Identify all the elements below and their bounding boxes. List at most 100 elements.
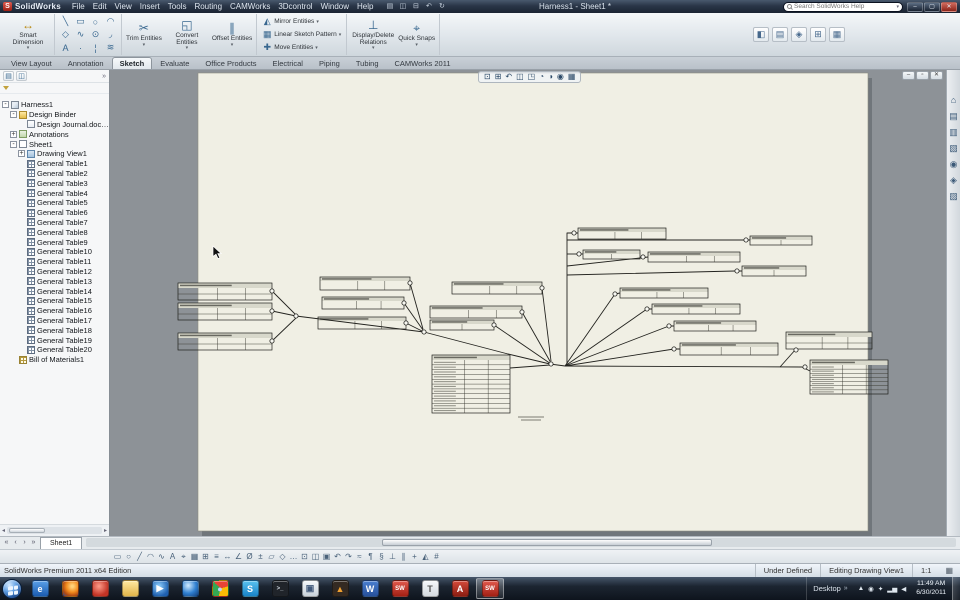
zoom-area-icon[interactable]: ⊞: [495, 72, 502, 82]
taskbar-firefox[interactable]: [56, 578, 84, 599]
section-view-icon[interactable]: ◫: [516, 72, 524, 82]
ellipse-tool-icon[interactable]: ⊙: [88, 28, 103, 41]
drawing-toolbar-icon[interactable]: ↷: [343, 550, 354, 563]
tree-item-design-binder[interactable]: - Design Binder: [0, 110, 109, 120]
tree-item-annotations[interactable]: + Annotations: [0, 129, 109, 139]
close-button[interactable]: ✕: [941, 1, 957, 12]
filter-icon[interactable]: [3, 86, 9, 90]
drawing-sheet[interactable]: [197, 72, 869, 532]
drawing-toolbar-icon[interactable]: ↔: [222, 550, 233, 563]
scenes-icon[interactable]: ◈: [950, 176, 957, 185]
taskbar-launcher[interactable]: [86, 578, 114, 599]
tree-item-general-table18[interactable]: General Table18: [0, 325, 109, 335]
help-search-input[interactable]: [794, 3, 897, 10]
tray-icon[interactable]: ◀: [901, 585, 906, 593]
tray-icon[interactable]: ✦: [878, 585, 883, 593]
tab-office-products[interactable]: Office Products: [197, 57, 264, 69]
menu-3dcontrol[interactable]: 3Dcontrol: [274, 0, 316, 13]
drawing-toolbar-icon[interactable]: +: [409, 550, 420, 563]
sheet-nav-next-icon[interactable]: ›: [20, 537, 29, 549]
drawing-toolbar-icon[interactable]: ◭: [420, 550, 431, 563]
tree-item-general-table14[interactable]: General Table14: [0, 286, 109, 296]
featuremanager-tab-icon[interactable]: ▤: [3, 71, 14, 81]
doc-minimize-button[interactable]: –: [902, 71, 915, 80]
drawing-toolbar-icon[interactable]: ◫: [310, 550, 321, 563]
polygon-tool-icon[interactable]: ◇: [58, 28, 73, 41]
tree-item-general-table16[interactable]: General Table16: [0, 306, 109, 316]
graphics-area[interactable]: ⊡ ⊞ ↶ ◫ ◳ ◔ ◑ ◉ ▦ – ▫ ✕: [110, 70, 946, 536]
menu-file[interactable]: File: [68, 0, 89, 13]
design-library-icon[interactable]: ▤: [949, 112, 958, 121]
drawing-toolbar-icon[interactable]: ⊥: [387, 550, 398, 563]
expand-box[interactable]: +: [18, 150, 25, 158]
tree-item-harness1[interactable]: - Harness1: [0, 100, 109, 110]
taskbar-explorer[interactable]: [116, 578, 144, 599]
drawing-toolbar-icon[interactable]: ⊡: [299, 550, 310, 563]
previous-view-icon[interactable]: ↶: [505, 72, 512, 82]
hide-show-icon[interactable]: ◑: [548, 72, 553, 82]
display-delete-relations-button[interactable]: ⊥ Display/Delete Relations ▾: [350, 17, 396, 52]
display-style-icon[interactable]: ◔: [539, 72, 544, 82]
taskbar-chrome[interactable]: ●: [206, 578, 234, 599]
collapse-box[interactable]: -: [10, 111, 17, 119]
drawing-toolbar-icon[interactable]: ╱: [134, 550, 145, 563]
open-icon[interactable]: ▤: [384, 1, 395, 12]
smart-dimension-button[interactable]: ↔ Smart Dimension ▾: [5, 17, 51, 52]
expand-box[interactable]: +: [10, 130, 17, 138]
tab-camworks-2011[interactable]: CAMWorks 2011: [387, 57, 459, 69]
offset-entities-button[interactable]: ∥ Offset Entities ▾: [211, 20, 253, 48]
appearance-icon[interactable]: ◉: [557, 72, 564, 82]
view-orientation-icon[interactable]: ◳: [528, 72, 536, 82]
convert-entities-button[interactable]: ◱ Convert Entities ▾: [164, 17, 210, 52]
drawing-toolbar-icon[interactable]: §: [376, 550, 387, 563]
taskbar-vlc[interactable]: ▲: [326, 578, 354, 599]
tree-item-design-journal-doc-em[interactable]: Design Journal.doc <Em: [0, 120, 109, 130]
tree-item-general-table6[interactable]: General Table6: [0, 208, 109, 218]
help-search-box[interactable]: ▾: [783, 1, 903, 12]
menu-tools[interactable]: Tools: [164, 0, 191, 13]
tree-item-general-table12[interactable]: General Table12: [0, 267, 109, 277]
drawing-toolbar-icon[interactable]: ▭: [112, 550, 123, 563]
tab-electrical[interactable]: Electrical: [265, 57, 311, 69]
appearances-icon[interactable]: ◉: [950, 160, 958, 169]
taskbar-word[interactable]: W: [356, 578, 384, 599]
scrollbar-thumb[interactable]: [381, 539, 713, 546]
taskbar-solidworks-active[interactable]: SW: [476, 578, 504, 599]
tree-item-drawing-view1[interactable]: + Drawing View1: [0, 149, 109, 159]
tree-item-general-table4[interactable]: General Table4: [0, 188, 109, 198]
drawing-toolbar-icon[interactable]: ±: [255, 550, 266, 563]
tree-item-general-table3[interactable]: General Table3: [0, 178, 109, 188]
desktop-toolbar[interactable]: Desktop »: [806, 577, 853, 600]
drawing-toolbar-icon[interactable]: ▣: [321, 550, 332, 563]
view-palette-icon[interactable]: ▧: [949, 144, 958, 153]
mirror-entities-button[interactable]: ◭ Mirror Entities ▾: [260, 16, 343, 28]
line-tool-icon[interactable]: ╲: [58, 15, 73, 28]
show-desktop-button[interactable]: [952, 577, 960, 600]
drawing-toolbar-icon[interactable]: ▦: [189, 550, 200, 563]
snap-tool-icon[interactable]: ≋: [103, 41, 118, 54]
tray-icon[interactable]: ▲: [858, 585, 864, 592]
undo-icon[interactable]: ↶: [423, 1, 434, 12]
rectangle-tool-icon[interactable]: ▭: [73, 15, 88, 28]
taskbar-notepad[interactable]: ▣: [296, 578, 324, 599]
text-tool-icon[interactable]: A: [58, 41, 73, 54]
drawing-toolbar-icon[interactable]: ⊞: [200, 550, 211, 563]
tray-icon[interactable]: ◉: [868, 585, 874, 593]
resources-icon[interactable]: ⌂: [951, 96, 956, 105]
tree-item-general-table5[interactable]: General Table5: [0, 198, 109, 208]
print-icon[interactable]: ⊟: [410, 1, 421, 12]
taskbar-skype[interactable]: S: [236, 578, 264, 599]
arc-tool-icon[interactable]: ◠: [103, 15, 118, 28]
taskbar-media-player[interactable]: ▶: [146, 578, 174, 599]
tab-sketch[interactable]: Sketch: [111, 57, 153, 69]
menu-edit[interactable]: Edit: [89, 0, 111, 13]
menu-camworks[interactable]: CAMWorks: [226, 0, 274, 13]
drawing-toolbar-icon[interactable]: #: [431, 550, 442, 563]
menu-routing[interactable]: Routing: [190, 0, 226, 13]
sheet-nav-first-icon[interactable]: «: [2, 537, 11, 549]
drawing-canvas[interactable]: [110, 70, 946, 536]
tree-item-general-table15[interactable]: General Table15: [0, 296, 109, 306]
drawing-toolbar-icon[interactable]: ◠: [145, 550, 156, 563]
zoom-fit-icon[interactable]: ⊡: [484, 72, 491, 82]
drawing-toolbar-icon[interactable]: …: [288, 550, 299, 563]
